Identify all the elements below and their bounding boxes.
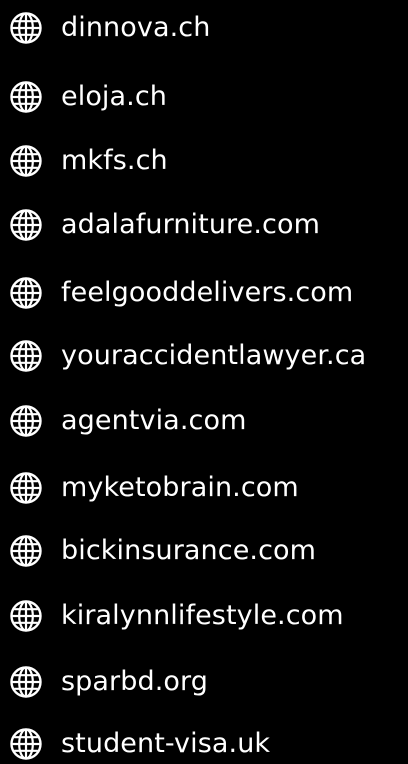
globe-icon	[8, 533, 44, 569]
domain-item[interactable]: student-visa.uk	[8, 724, 270, 764]
globe-icon	[8, 470, 44, 506]
domain-item[interactable]: bickinsurance.com	[8, 531, 316, 571]
globe-icon	[8, 726, 44, 762]
domain-item[interactable]: dinnova.ch	[8, 8, 210, 48]
domain-link[interactable]: student-visa.uk	[61, 724, 270, 764]
globe-icon	[8, 598, 44, 634]
domain-item[interactable]: sparbd.org	[8, 662, 208, 702]
domain-link[interactable]: myketobrain.com	[61, 468, 299, 508]
globe-icon	[8, 207, 44, 243]
globe-icon	[8, 143, 44, 179]
domain-link[interactable]: kiralynnlifestyle.com	[61, 596, 344, 636]
globe-icon	[8, 403, 44, 439]
globe-icon	[8, 79, 44, 115]
domain-link[interactable]: eloja.ch	[61, 77, 167, 117]
domain-item[interactable]: adalafurniture.com	[8, 205, 320, 245]
globe-icon	[8, 10, 44, 46]
domain-link[interactable]: mkfs.ch	[61, 141, 168, 181]
domain-item[interactable]: myketobrain.com	[8, 468, 299, 508]
domain-item[interactable]: kiralynnlifestyle.com	[8, 596, 344, 636]
domain-link[interactable]: agentvia.com	[61, 401, 246, 441]
globe-icon	[8, 664, 44, 700]
domain-list: dinnova.ch eloja.ch mkfs.ch adalafurnitu…	[0, 0, 408, 760]
domain-item[interactable]: youraccidentlawyer.ca	[8, 336, 366, 376]
domain-link[interactable]: feelgooddelivers.com	[61, 273, 353, 313]
domain-link[interactable]: adalafurniture.com	[61, 205, 320, 245]
domain-link[interactable]: youraccidentlawyer.ca	[61, 336, 366, 376]
domain-link[interactable]: dinnova.ch	[61, 8, 210, 48]
domain-item[interactable]: mkfs.ch	[8, 141, 168, 181]
domain-item[interactable]: feelgooddelivers.com	[8, 273, 353, 313]
domain-item[interactable]: eloja.ch	[8, 77, 167, 117]
domain-link[interactable]: bickinsurance.com	[61, 531, 316, 571]
domain-link[interactable]: sparbd.org	[61, 662, 208, 702]
domain-item[interactable]: agentvia.com	[8, 401, 246, 441]
globe-icon	[8, 338, 44, 374]
globe-icon	[8, 275, 44, 311]
